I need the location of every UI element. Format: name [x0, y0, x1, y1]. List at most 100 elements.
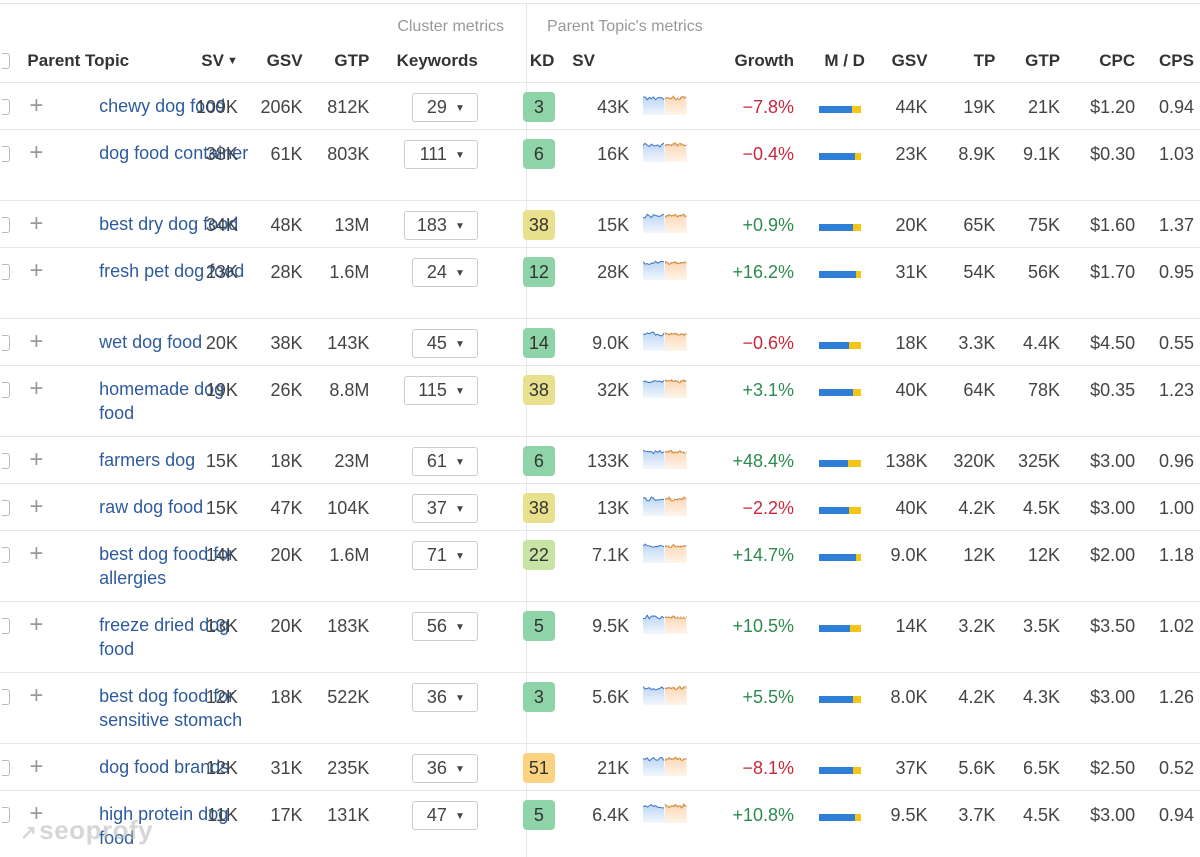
table-row[interactable]: + fresh pet dog food 23K 28K 1.6M 24 ▼ 12 28K +16… [0, 247, 1200, 319]
row-checkbox[interactable] [2, 334, 11, 351]
row-checkbox[interactable] [2, 98, 11, 115]
expand-plus-icon[interactable]: + [10, 754, 43, 778]
header-sv-label: SV [201, 50, 224, 70]
row-checkbox[interactable] [2, 216, 11, 233]
header-keywords[interactable]: Keywords [369, 40, 478, 83]
table-row[interactable]: + best dog food for sensitive stomach 12K 1… [0, 672, 1200, 744]
header-parent-gtp[interactable]: GTP [995, 40, 1061, 83]
keywords-cell: 183 ▼ [369, 200, 478, 248]
parent-gsv-value: 20K [864, 200, 928, 248]
expand-plus-icon[interactable]: + [10, 93, 43, 117]
table-row[interactable]: + best dry dog food 34K 48K 13M 183 ▼ 38 15K +0.9… [0, 200, 1200, 248]
header-cps[interactable]: CPS [1135, 40, 1200, 83]
cps-value: 1.03 [1135, 129, 1200, 201]
desktop-share [850, 624, 861, 632]
header-parent-topic[interactable]: Parent Topic [10, 40, 188, 83]
table-row[interactable]: + farmers dog 15K 18K 23M 61 ▼ 6 133K +48.4% 138K 3… [0, 436, 1200, 484]
table-row[interactable]: + homemade dog food 19K 26K 8.8M 115 ▼ 38 32K +3.… [0, 365, 1200, 437]
keywords-dropdown[interactable]: 37 ▼ [411, 493, 478, 523]
row-checkbox[interactable] [2, 617, 11, 634]
row-checkbox[interactable] [2, 806, 11, 823]
header-cpc[interactable]: CPC [1060, 40, 1136, 83]
expand-plus-icon[interactable]: + [10, 211, 43, 235]
cpc-value: $1.60 [1060, 200, 1136, 248]
cps-value: 1.37 [1135, 200, 1200, 248]
keywords-dropdown[interactable]: 29 ▼ [411, 92, 478, 122]
select-all-checkbox[interactable] [2, 53, 11, 70]
expand-plus-icon[interactable]: + [10, 258, 43, 282]
keywords-dropdown[interactable]: 45 ▼ [411, 328, 478, 358]
mobile-desktop-bar [818, 506, 861, 514]
expand-plus-icon[interactable]: + [10, 376, 43, 400]
expand-plus-icon[interactable]: + [10, 494, 43, 518]
row-checkbox[interactable] [2, 145, 11, 162]
keywords-dropdown[interactable]: 36 ▼ [411, 682, 478, 712]
header-gsv[interactable]: GSV [237, 40, 303, 83]
table-row[interactable]: + wet dog food 20K 38K 143K 45 ▼ 14 9.0K −0.6% 18K… [0, 318, 1200, 366]
expand-plus-icon[interactable]: + [10, 329, 43, 353]
header-gtp[interactable]: GTP [302, 40, 370, 83]
topic-cell: raw dog food [99, 483, 203, 531]
table-row[interactable]: + chewy dog food 109K 206K 812K 29 ▼ 3 43K −7.8% 4… [0, 82, 1200, 130]
table-row[interactable]: + freeze dried dog food 13K 20K 183K 56 ▼ 5 9.5K… [0, 601, 1200, 673]
row-checkbox[interactable] [2, 546, 11, 563]
mobile-desktop-bar [818, 624, 861, 632]
mobile-share [818, 270, 856, 278]
expand-plus-icon[interactable]: + [10, 541, 43, 565]
keywords-dropdown[interactable]: 47 ▼ [411, 800, 478, 830]
cpc-value: $3.00 [1060, 790, 1136, 857]
header-sv[interactable]: SV ▼ [187, 40, 238, 83]
tp-value: 3.2K [927, 601, 996, 673]
trend-cell [629, 483, 701, 531]
parent-gsv-value: 37K [864, 743, 928, 791]
header-growth[interactable]: Growth [700, 40, 794, 83]
md-cell [794, 436, 865, 484]
header-parent-sv[interactable]: SV [560, 40, 630, 83]
expand-plus-icon[interactable]: + [10, 683, 43, 707]
gtp-value: 23M [302, 436, 370, 484]
cpc-value: $1.20 [1060, 82, 1136, 130]
keywords-dropdown[interactable]: 71 ▼ [411, 540, 478, 570]
row-checkbox[interactable] [2, 759, 11, 776]
header-parent-gsv[interactable]: GSV [864, 40, 928, 83]
table-row[interactable]: + dog food container 38K 61K 803K 111 ▼ 6 16K −0.… [0, 129, 1200, 201]
row-checkbox[interactable] [2, 688, 11, 705]
cpc-value: $2.00 [1060, 530, 1136, 602]
keywords-dropdown[interactable]: 115 ▼ [403, 375, 478, 405]
keywords-dropdown[interactable]: 36 ▼ [411, 753, 478, 783]
keywords-dropdown[interactable]: 111 ▼ [403, 139, 478, 169]
kd-cell: 6 [502, 129, 561, 201]
row-checkbox[interactable] [2, 381, 11, 398]
row-checkbox-cell [0, 200, 11, 248]
row-checkbox[interactable] [2, 499, 11, 516]
parent-gsv-value: 14K [864, 601, 928, 673]
table-row[interactable]: + dog food brands 12K 31K 235K 36 ▼ 51 21K −8.1% 3… [0, 743, 1200, 791]
row-checkbox-cell [0, 790, 11, 857]
growth-value: −0.6% [700, 318, 794, 366]
keywords-dropdown[interactable]: 56 ▼ [411, 611, 478, 641]
header-md[interactable]: M / D [794, 40, 865, 83]
topic-cell: homemade dog food [99, 365, 224, 437]
gap-cell [477, 790, 503, 857]
header-tp[interactable]: TP [927, 40, 996, 83]
table-row[interactable]: + best dog food for allergies 14K 20K 1.6M 71… [0, 530, 1200, 602]
expand-plus-icon[interactable]: + [10, 612, 43, 636]
mobile-share [818, 105, 852, 113]
expand-plus-icon[interactable]: + [10, 140, 43, 164]
row-checkbox[interactable] [2, 452, 11, 469]
parent-gtp-value: 12K [995, 530, 1061, 602]
header-kd[interactable]: KD [502, 40, 561, 83]
table-row[interactable]: + high protein dog food 11K 17K 131K 47 ▼ 5 6.4K… [0, 790, 1200, 857]
row-checkbox-cell [0, 743, 11, 791]
mobile-share [818, 553, 856, 561]
keywords-dropdown[interactable]: 183 ▼ [403, 210, 478, 240]
keywords-dropdown[interactable]: 61 ▼ [411, 446, 478, 476]
expand-plus-icon[interactable]: + [10, 447, 43, 471]
keywords-dropdown[interactable]: 24 ▼ [411, 257, 478, 287]
table-row[interactable]: + raw dog food 15K 47K 104K 37 ▼ 38 13K −2.2% 40K 4… [0, 483, 1200, 531]
md-cell [794, 82, 865, 130]
table-header-row: Parent Topic SV ▼ GSV GTP Keywords KD SV … [0, 40, 1200, 83]
gsv-value: 47K [237, 483, 303, 531]
row-checkbox[interactable] [2, 263, 11, 280]
mobile-desktop-bar [818, 459, 861, 467]
